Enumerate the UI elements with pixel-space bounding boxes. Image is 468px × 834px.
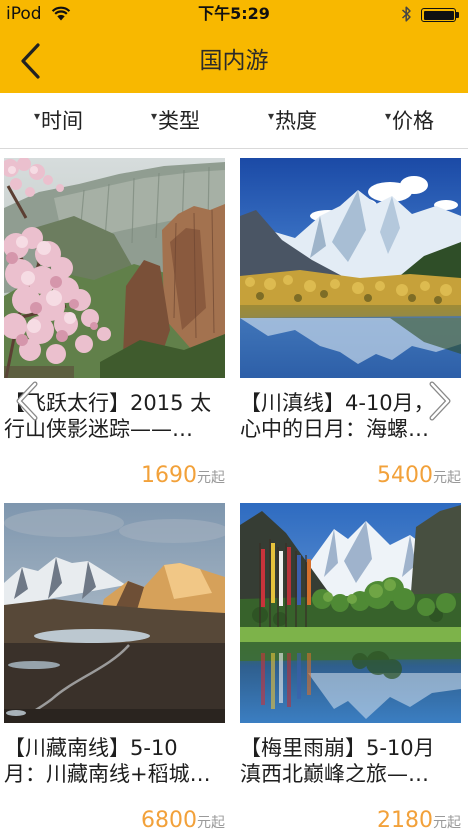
tour-price: 2180元起 bbox=[240, 809, 461, 833]
dropdown-caret-icon: ▾ bbox=[33, 108, 41, 123]
page-title: 国内游 bbox=[199, 48, 269, 74]
tour-card[interactable]: 【川藏南线】5-10 月：川藏南线+稻城… 6800元起 bbox=[4, 503, 225, 833]
tour-photo[interactable] bbox=[4, 158, 225, 378]
price-value: 2180 bbox=[377, 809, 433, 833]
filter-type[interactable]: ▾ 类型 bbox=[117, 93, 234, 148]
filter-label: 时间 bbox=[41, 108, 84, 133]
price-value: 6800 bbox=[141, 809, 197, 833]
tour-title-line-1: 【梅里雨崩】5-10月 bbox=[240, 736, 435, 760]
app-screen: iPod 下午5:29 国内游 ▾ 时间 ▾ 类型 ▾ 热度 ▾ 价格 【飞跃太… bbox=[0, 0, 468, 834]
filter-price[interactable]: ▾ 价格 bbox=[351, 93, 468, 148]
tour-photo[interactable] bbox=[240, 158, 461, 378]
price-value: 5400 bbox=[377, 464, 433, 488]
price-value: 1690 bbox=[141, 464, 197, 488]
status-time: 下午5:29 bbox=[198, 4, 270, 23]
battery-cap bbox=[456, 12, 459, 18]
status-bar: iPod 下午5:29 bbox=[0, 0, 468, 29]
filter-label: 价格 bbox=[392, 108, 435, 133]
dropdown-caret-icon: ▾ bbox=[384, 108, 392, 123]
tour-title-line-2: 滇西北巅峰之旅—… bbox=[240, 762, 429, 786]
dropdown-caret-icon: ▾ bbox=[150, 108, 158, 123]
tour-price: 6800元起 bbox=[4, 809, 225, 833]
price-unit: 元起 bbox=[433, 815, 461, 831]
price-unit: 元起 bbox=[197, 815, 225, 831]
bluetooth-icon bbox=[401, 5, 412, 23]
filter-label: 热度 bbox=[275, 108, 318, 133]
battery-icon bbox=[421, 8, 456, 22]
filter-label: 类型 bbox=[158, 108, 201, 133]
carousel-prev-button[interactable] bbox=[14, 381, 40, 421]
tour-price: 1690元起 bbox=[4, 464, 225, 488]
tour-card[interactable]: 【川滇线】4-10月， 心中的日月：海螺… 5400元起 bbox=[240, 158, 461, 488]
nav-bar: 国内游 bbox=[0, 29, 468, 93]
filter-popularity[interactable]: ▾ 热度 bbox=[234, 93, 351, 148]
filter-bar: ▾ 时间 ▾ 类型 ▾ 热度 ▾ 价格 bbox=[0, 93, 468, 149]
price-unit: 元起 bbox=[433, 470, 461, 486]
tour-card[interactable]: 【飞跃太行】2015 太 行山侠影迷踪——… 1690元起 bbox=[4, 158, 225, 488]
battery-level bbox=[423, 10, 454, 20]
filter-time[interactable]: ▾ 时间 bbox=[0, 93, 117, 148]
tour-card[interactable]: 【梅里雨崩】5-10月 滇西北巅峰之旅—… 2180元起 bbox=[240, 503, 461, 833]
tour-price: 5400元起 bbox=[240, 464, 461, 488]
price-unit: 元起 bbox=[197, 470, 225, 486]
carousel-next-button[interactable] bbox=[427, 381, 453, 421]
chevron-right-icon bbox=[427, 381, 453, 421]
tour-title-line-2: 月：川藏南线+稻城… bbox=[4, 762, 211, 786]
tour-photo[interactable] bbox=[4, 503, 225, 723]
tour-title-line-1: 【川藏南线】5-10 bbox=[4, 736, 178, 760]
chevron-left-icon bbox=[14, 381, 40, 421]
tour-photo[interactable] bbox=[240, 503, 461, 723]
dropdown-caret-icon: ▾ bbox=[267, 108, 275, 123]
